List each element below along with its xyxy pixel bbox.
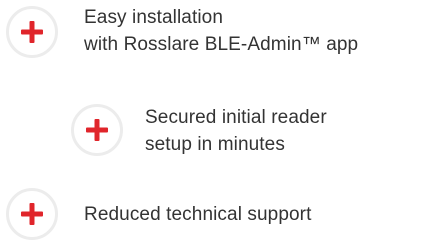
feature-text-line: with Rosslare BLE-Admin™ app	[84, 34, 359, 55]
plus-icon-vertical-bar	[29, 21, 35, 43]
plus-icon	[71, 104, 123, 156]
feature-text: Easy installation with Rosslare BLE-Admi…	[84, 4, 358, 58]
plus-icon	[6, 6, 58, 58]
feature-text-line: setup in minutes	[145, 134, 285, 155]
feature-secured-setup: Secured initial reader setup in minutes	[71, 102, 327, 158]
feature-easy-installation: Easy installation with Rosslare BLE-Admi…	[6, 6, 358, 58]
feature-text-line: Easy installation	[84, 7, 223, 28]
feature-text-line: Secured initial reader	[145, 107, 327, 128]
feature-text-line: Reduced technical support	[84, 203, 312, 225]
plus-icon-vertical-bar	[29, 203, 35, 225]
feature-reduced-support: Reduced technical support	[6, 188, 311, 240]
plus-icon	[6, 188, 58, 240]
feature-text: Secured initial reader setup in minutes	[145, 104, 327, 158]
feature-text: Reduced technical support	[84, 201, 311, 228]
plus-icon-vertical-bar	[94, 119, 100, 141]
